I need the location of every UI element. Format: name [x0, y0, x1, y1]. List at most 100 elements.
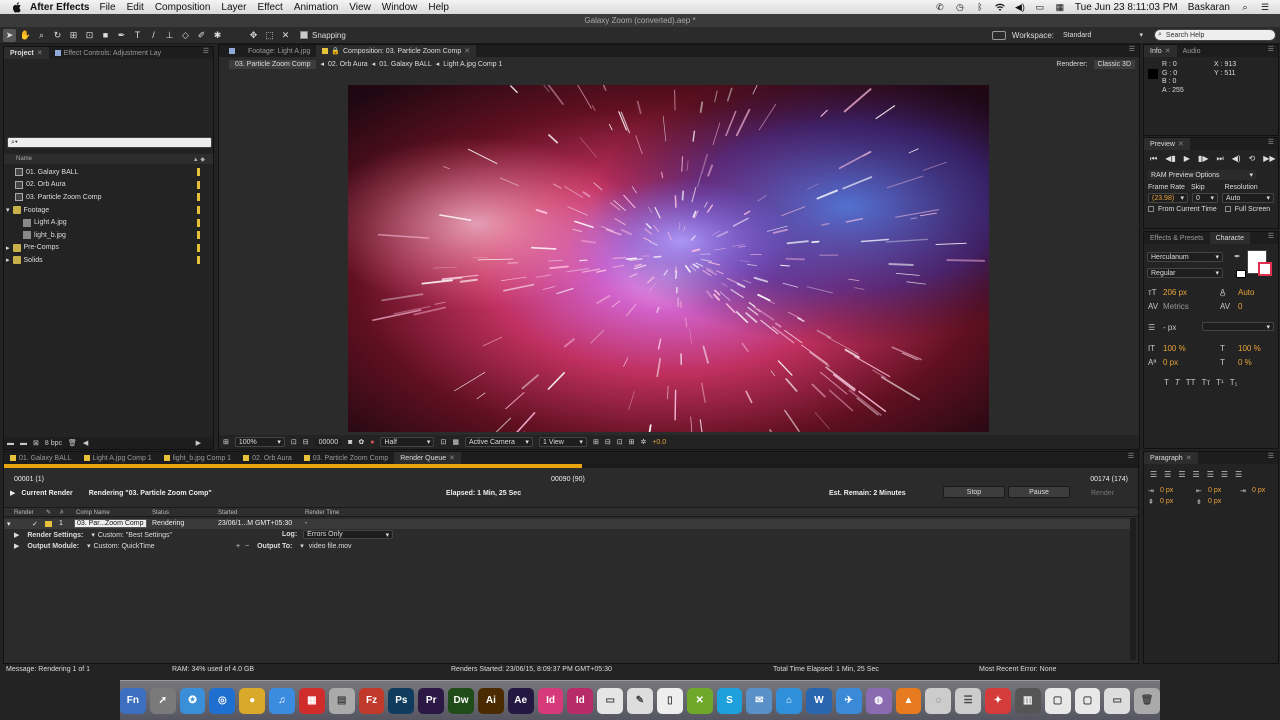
tab-timeline-0[interactable]: 01. Galaxy BALL [4, 452, 78, 464]
tab-preview[interactable]: Preview ✕ [1144, 138, 1190, 150]
col-started[interactable]: Started [218, 510, 237, 516]
dock-finder-icon[interactable]: Fn [120, 687, 146, 714]
expand-icon[interactable]: ▾ [7, 520, 11, 528]
always-preview-icon[interactable]: ⊞ [223, 438, 229, 446]
timecode-field[interactable]: 00000 [314, 438, 343, 446]
axis-view-icon[interactable]: ✕ [279, 29, 292, 42]
small-caps-icon[interactable]: Tт [1202, 378, 1211, 387]
toggle-pixel-icon[interactable]: ⊞ [593, 438, 599, 446]
breadcrumb-item-3[interactable]: 01. Galaxy BALL [379, 61, 432, 68]
justify-left-icon[interactable]: ☰ [1193, 470, 1200, 479]
panel-menu-icon[interactable]: ☰ [1264, 232, 1278, 244]
rotate-tool-icon[interactable]: ↻ [51, 29, 64, 42]
frame-rate-select[interactable]: (23.98) ▾ [1148, 193, 1188, 203]
breadcrumb-item-4[interactable]: Light A.jpg Comp 1 [443, 61, 502, 68]
dock-app1-icon[interactable]: ◍ [865, 687, 892, 714]
dropdown-arrow-icon[interactable]: ▾ [87, 543, 91, 550]
label-color-icon[interactable] [197, 256, 200, 265]
list-item[interactable]: 02. Orb Aura [4, 179, 213, 192]
align-center-icon[interactable]: ☰ [1164, 470, 1171, 479]
disclosure-triangle-icon[interactable]: ▸ [6, 256, 10, 264]
faux-italic-icon[interactable]: T [1175, 378, 1180, 387]
search-help-input[interactable]: ⌕ Search Help [1154, 29, 1276, 41]
roi-icon[interactable]: ⊡ [440, 438, 446, 446]
list-item[interactable]: light_b.jpg [4, 229, 213, 242]
play-icon[interactable]: ▶ [1184, 154, 1190, 164]
skip-select[interactable]: 0 ▾ [1192, 193, 1218, 203]
scroll-left-icon[interactable]: ◀ [83, 439, 88, 447]
dock-word-icon[interactable]: W [806, 687, 832, 714]
dock-mail-icon[interactable]: ✉ [746, 687, 773, 714]
indent-left-value[interactable]: 0 px [1160, 487, 1173, 494]
dock-trash-icon[interactable]: 🗑 [1134, 687, 1160, 714]
label-color-icon[interactable] [197, 243, 200, 252]
panel-menu-icon[interactable]: ☰ [199, 47, 213, 59]
exposure-icon[interactable]: ✲ [640, 438, 646, 446]
dock-firefox-icon[interactable]: ◎ [209, 687, 236, 714]
align-left-icon[interactable]: ☰ [1150, 470, 1157, 479]
font-family-select[interactable]: Herculanum ▾ [1147, 252, 1223, 262]
dock-filezilla-icon[interactable]: Fz [358, 687, 385, 714]
col-comp-name[interactable]: Comp Name [76, 510, 110, 516]
label-color-icon[interactable] [197, 180, 200, 189]
flowchart-icon[interactable]: ⊞ [629, 438, 635, 446]
dock-app3-icon[interactable]: ☰ [955, 687, 982, 714]
justify-right-icon[interactable]: ☰ [1221, 470, 1228, 479]
tracking-value[interactable]: 0 [1238, 302, 1242, 311]
dock-preview-icon[interactable]: ▤ [328, 687, 355, 714]
spotlight-icon[interactable]: ⌕ [1240, 2, 1250, 12]
workspace-icon[interactable] [991, 30, 1006, 40]
menu-edit[interactable]: Edit [127, 2, 152, 13]
dock-film-icon[interactable]: ▥ [1014, 687, 1041, 714]
type-tool-icon[interactable]: T [131, 29, 144, 42]
snapping-checkbox[interactable] [300, 31, 308, 39]
apple-icon[interactable] [10, 0, 24, 14]
exposure-value[interactable]: +0.0 [652, 439, 666, 446]
space-after-value[interactable]: 0 px [1208, 498, 1221, 505]
stroke-width-value[interactable]: - px [1163, 323, 1176, 332]
brush-tool-icon[interactable]: / [147, 29, 160, 42]
project-search-input[interactable]: ⌕▾ [7, 137, 212, 148]
superscript-icon[interactable]: T¹ [1216, 378, 1224, 387]
menu-effect[interactable]: Effect [257, 2, 290, 13]
dock-app4-icon[interactable]: ✦ [985, 687, 1011, 714]
menubar-user[interactable]: Baskaran [1188, 2, 1230, 13]
menu-animation[interactable]: Animation [294, 2, 346, 13]
font-style-select[interactable]: Regular ▾ [1147, 268, 1223, 278]
menu-view[interactable]: View [349, 2, 379, 13]
hand-tool-icon[interactable]: ✋ [19, 29, 32, 42]
rectangle-tool-icon[interactable]: ■ [99, 29, 112, 42]
dock-textedit-icon[interactable]: ✎ [627, 687, 653, 714]
subscript-icon[interactable]: T₁ [1230, 378, 1238, 387]
tab-footage[interactable]: Footage: Light A.jpg [223, 45, 316, 57]
tab-info[interactable]: Info ✕ [1144, 45, 1177, 57]
label-color-icon[interactable] [197, 218, 200, 227]
channel-icon[interactable]: ● [370, 439, 374, 446]
render-button[interactable]: Render [1091, 490, 1114, 497]
new-comp-icon[interactable]: ⊠ [33, 439, 39, 447]
disclosure-triangle-icon[interactable]: ▸ [6, 244, 10, 252]
list-item[interactable]: ▸ Solids [4, 254, 213, 267]
dock-indesign-icon[interactable]: Id [537, 687, 564, 714]
clone-tool-icon[interactable]: ⊥ [163, 29, 176, 42]
vertical-scale-value[interactable]: 100 % [1163, 344, 1186, 353]
stroke-type-select[interactable]: ▾ [1202, 322, 1274, 331]
views-select[interactable]: 1 View ▾ [538, 437, 587, 447]
first-frame-icon[interactable]: ⏮ [1150, 154, 1157, 164]
dock-dreamweaver-icon[interactable]: Dw [448, 687, 474, 714]
tab-paragraph[interactable]: Paragraph ✕ [1144, 452, 1198, 464]
tab-effects-presets[interactable]: Effects & Presets [1144, 232, 1210, 244]
tab-timeline-5[interactable]: Render Queue ✕ [394, 452, 462, 464]
close-icon[interactable]: ✕ [1178, 140, 1184, 148]
list-item[interactable]: ▾ Footage [4, 204, 213, 217]
disclosure-triangle-icon[interactable]: ▾ [6, 206, 10, 214]
bluetooth-icon[interactable]: ᛒ [975, 2, 985, 12]
menu-help[interactable]: Help [428, 2, 457, 13]
remove-output-icon[interactable]: − [245, 543, 249, 550]
lock-icon[interactable]: 🔒 [331, 47, 340, 55]
col-number[interactable]: # [60, 510, 63, 516]
leading-value[interactable]: Auto [1238, 288, 1254, 297]
dock-illustrator-icon[interactable]: Ai [477, 687, 504, 714]
menu-composition[interactable]: Composition [155, 2, 219, 13]
tab-timeline-2[interactable]: light_b.jpg Comp 1 [158, 452, 237, 464]
